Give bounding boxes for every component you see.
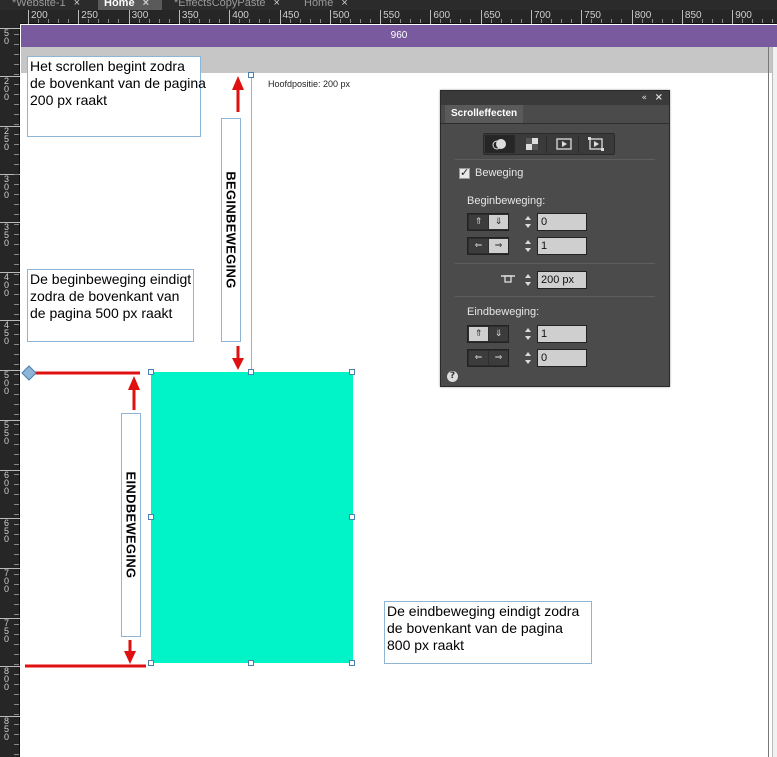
begin-horizontal-spinner[interactable] — [523, 237, 535, 255]
panel-divider — [455, 263, 655, 264]
begin-vertical-direction: ⇑ ⇓ — [467, 213, 509, 231]
close-icon[interactable]: × — [655, 91, 663, 105]
end-motion-heading: Eindbeweging: — [467, 306, 540, 318]
arrow-right-icon[interactable]: ⇒ — [489, 351, 508, 365]
slideshow-mode-button[interactable] — [549, 135, 579, 153]
arrowhead-up-end — [128, 376, 140, 390]
motion-mode-button[interactable] — [485, 135, 515, 153]
end-horizontal-input[interactable]: 0 — [537, 349, 587, 367]
arrowhead-down-end — [124, 651, 136, 664]
panel-divider — [455, 296, 655, 297]
end-vertical-direction: ⇑ ⇓ — [467, 325, 509, 343]
arrow-down-icon[interactable]: ⇓ — [489, 215, 508, 229]
end-vertical-spinner[interactable] — [523, 325, 535, 343]
arrow-up-icon[interactable]: ⇑ — [469, 215, 488, 229]
collapse-icon[interactable]: « — [641, 91, 647, 105]
arrow-left-icon[interactable]: ⇐ — [469, 351, 488, 365]
arrow-right-icon[interactable]: ⇒ — [489, 239, 508, 253]
arrowhead-down-begin — [232, 358, 244, 370]
begin-vertical-spinner[interactable] — [523, 213, 535, 231]
opacity-mode-button[interactable] — [517, 135, 547, 153]
end-vertical-input[interactable]: 1 — [537, 325, 587, 343]
arrow-left-icon[interactable]: ⇐ — [469, 239, 488, 253]
begin-horizontal-input[interactable]: 1 — [537, 237, 587, 255]
begin-horizontal-direction: ⇐ ⇒ — [467, 237, 509, 255]
opacity-icon — [526, 138, 538, 150]
help-icon[interactable]: ? — [447, 371, 458, 382]
end-horizontal-direction: ⇐ ⇒ — [467, 349, 509, 367]
slideshow-icon — [556, 138, 572, 150]
scroll-effects-panel: « × Scrolleffecten Beweging Beginbewegin… — [440, 90, 670, 387]
motion-checkbox-label: Beweging — [475, 167, 524, 179]
adobe-edge-mode-button[interactable] — [581, 135, 611, 153]
key-position-input[interactable]: 200 px — [537, 271, 587, 289]
key-position-spinner[interactable] — [523, 271, 535, 289]
end-horizontal-spinner[interactable] — [523, 349, 535, 367]
scroll-marker-diamond — [21, 365, 37, 381]
arrow-down-icon[interactable]: ⇓ — [489, 327, 508, 341]
panel-titlebar: « × — [441, 91, 669, 105]
arrow-up-icon[interactable]: ⇑ — [469, 327, 488, 341]
motion-checkbox[interactable] — [459, 166, 470, 179]
begin-vertical-input[interactable]: 0 — [537, 213, 587, 231]
panel-tab-divider — [441, 123, 669, 124]
effect-mode-selector — [483, 133, 615, 155]
key-position-icon — [501, 275, 515, 283]
arrowhead-up-begin — [232, 76, 244, 90]
begin-motion-heading: Beginbeweging: — [467, 195, 546, 207]
panel-divider — [455, 159, 655, 160]
tab-scroll-effects[interactable]: Scrolleffecten — [445, 105, 524, 123]
motion-icon — [492, 139, 506, 150]
adobe-edge-icon — [588, 137, 604, 151]
